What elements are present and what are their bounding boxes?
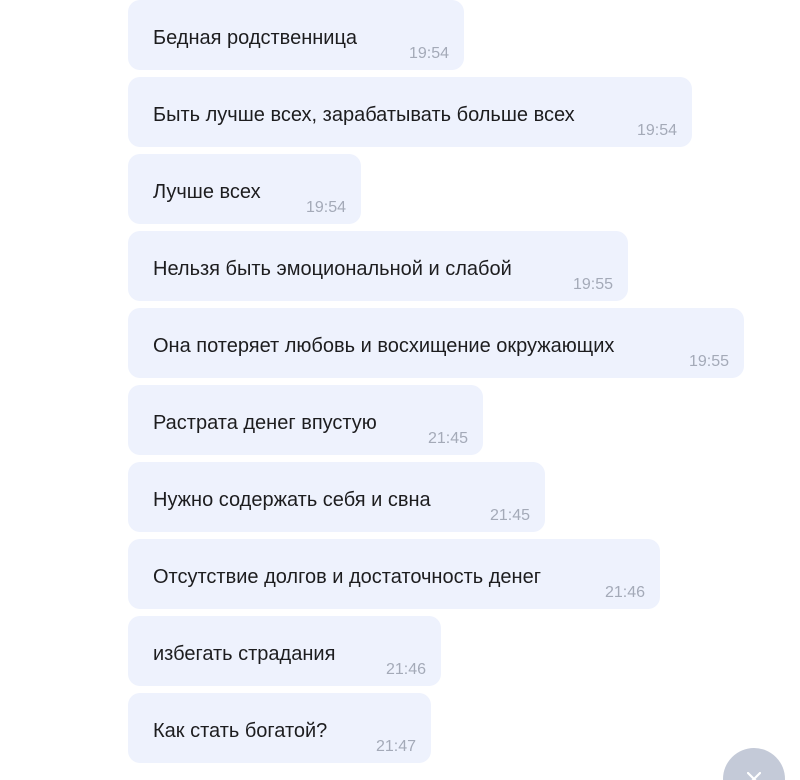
message-timestamp: 19:55 — [572, 276, 613, 293]
message-text: Бедная родственница — [153, 27, 358, 49]
message-text: Как стать богатой? — [153, 720, 328, 742]
message-bubble[interactable]: избегать страдания 21:46 — [128, 616, 441, 686]
message-bubble[interactable]: Лучше всех 19:54 — [128, 154, 361, 224]
message-timestamp: 21:46 — [385, 661, 426, 678]
close-icon — [747, 772, 761, 780]
message-bubble[interactable]: Отсутствие долгов и достаточность денег … — [128, 539, 660, 609]
message-bubble[interactable]: Она потеряет любовь и восхищение окружаю… — [128, 308, 744, 378]
message-bubble[interactable]: Растрата денег впустую 21:45 — [128, 385, 483, 455]
message-bubble[interactable]: Нельзя быть эмоциональной и слабой 19:55 — [128, 231, 628, 301]
message-text: Растрата денег впустую — [153, 412, 377, 434]
message-timestamp: 19:54 — [636, 122, 677, 139]
close-button[interactable] — [723, 748, 785, 780]
message-text: Отсутствие долгов и достаточность денег — [153, 566, 541, 588]
message-text: Лучше всех — [153, 181, 261, 203]
message-timestamp: 21:45 — [489, 507, 530, 524]
message-text: Она потеряет любовь и восхищение окружаю… — [153, 335, 615, 357]
message-text: Быть лучше всех, зарабатывать больше все… — [153, 104, 575, 126]
message-timestamp: 19:54 — [408, 45, 449, 62]
message-timestamp: 19:55 — [688, 353, 729, 370]
message-timestamp: 21:46 — [604, 584, 645, 601]
message-bubble[interactable]: Бедная родственница 19:54 — [128, 0, 464, 70]
message-bubble[interactable]: Нужно содержать себя и свна 21:45 — [128, 462, 545, 532]
message-bubble[interactable]: Быть лучше всех, зарабатывать больше все… — [128, 77, 692, 147]
message-timestamp: 21:45 — [427, 430, 468, 447]
message-timestamp: 19:54 — [305, 199, 346, 216]
message-text: Нельзя быть эмоциональной и слабой — [153, 258, 512, 280]
message-bubble[interactable]: Как стать богатой? 21:47 — [128, 693, 431, 763]
chat-message-list: Бедная родственница 19:54 Быть лучше все… — [0, 0, 800, 780]
message-text: избегать страдания — [153, 643, 336, 665]
message-text: Нужно содержать себя и свна — [153, 489, 431, 511]
message-timestamp: 21:47 — [375, 738, 416, 755]
